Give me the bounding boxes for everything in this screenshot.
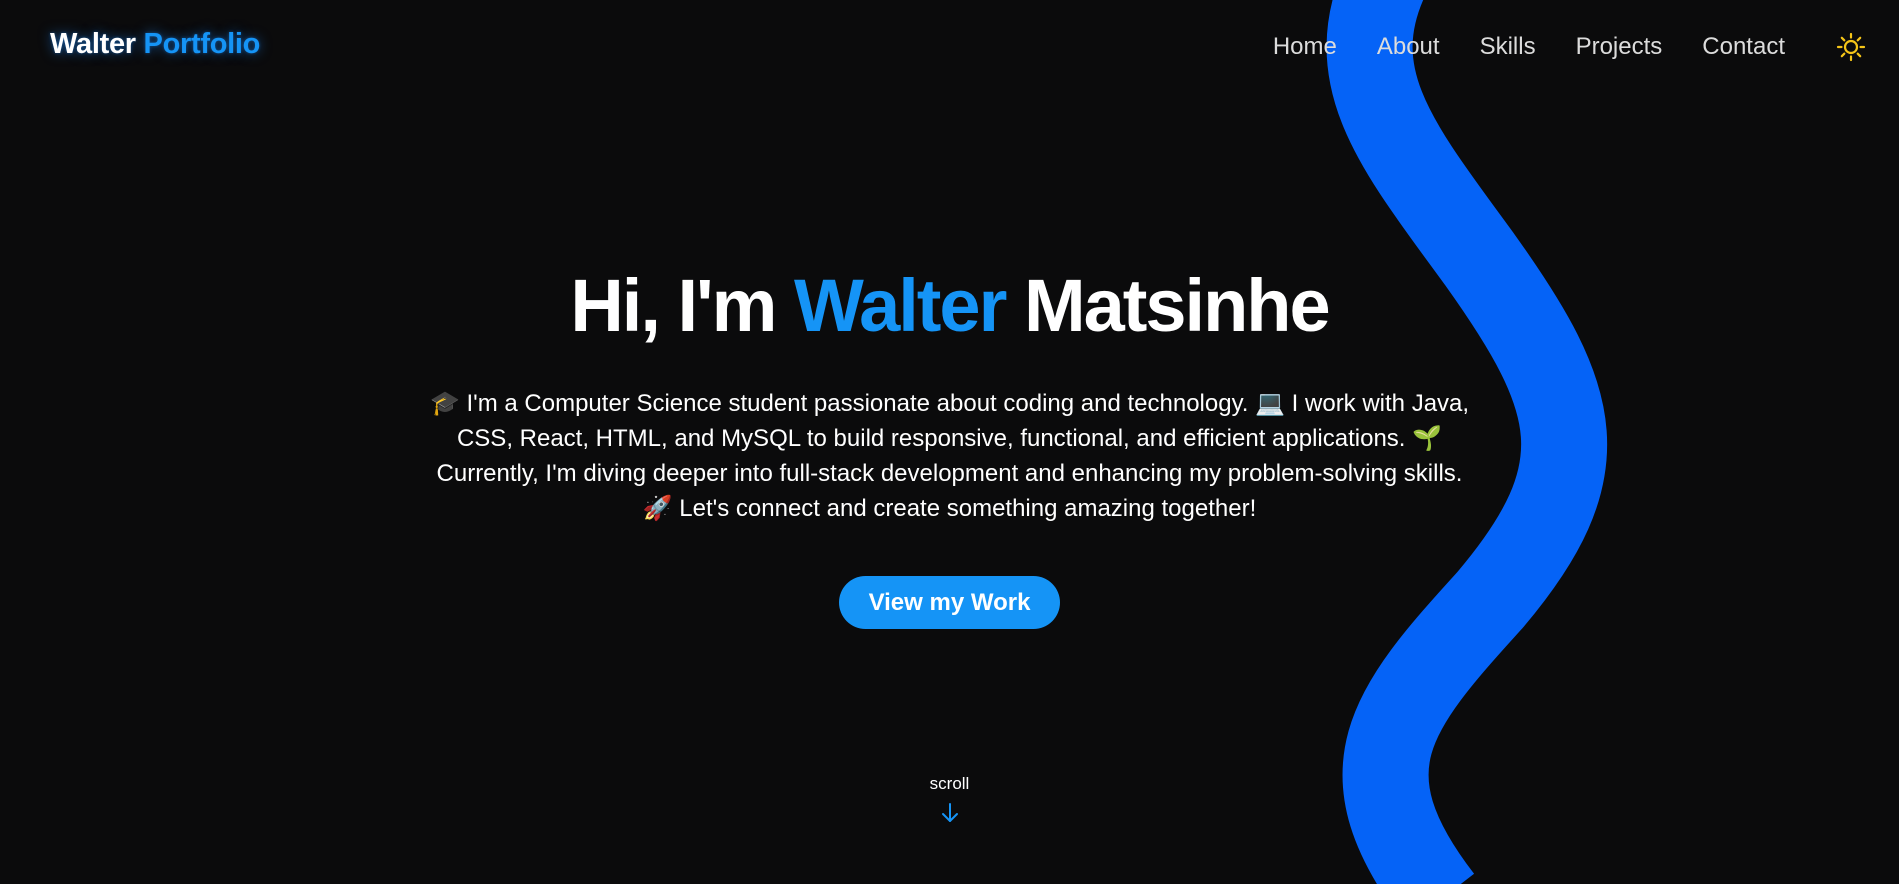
sun-icon	[1836, 32, 1866, 62]
logo[interactable]: Walter Portfolio	[50, 28, 260, 61]
nav-link-projects[interactable]: Projects	[1576, 31, 1663, 63]
logo-name: Walter	[50, 28, 136, 60]
scroll-indicator[interactable]: scroll	[0, 774, 1899, 824]
nav-link-contact[interactable]: Contact	[1702, 31, 1785, 63]
nav-links: Home About Skills Projects Contact	[1233, 31, 1899, 63]
arrow-down-icon	[941, 803, 958, 822]
view-my-work-button[interactable]: View my Work	[838, 576, 1061, 629]
hero-section: Hi, I'm Walter Matsinhe 🎓 I'm a Computer…	[0, 258, 1899, 629]
top-navbar: Walter Portfolio Home About Skills Proje…	[0, 0, 1899, 92]
nav-link-home[interactable]: Home	[1273, 31, 1337, 63]
theme-toggle-button[interactable]	[1835, 31, 1867, 63]
scroll-label: scroll	[929, 774, 970, 793]
page: Walter Portfolio Home About Skills Proje…	[0, 0, 1899, 884]
hero-first-name: Walter	[793, 264, 1007, 347]
nav-link-about[interactable]: About	[1377, 31, 1440, 63]
hero-heading: Hi, I'm Walter Matsinhe	[0, 258, 1899, 354]
logo-suffix: Portfolio	[143, 28, 261, 60]
nav-link-skills[interactable]: Skills	[1480, 31, 1536, 63]
hero-bio: 🎓 I'm a Computer Science student passion…	[429, 390, 1470, 522]
hero-last-name: Matsinhe	[1023, 264, 1331, 347]
hero-greeting: Hi, I'm	[570, 264, 777, 347]
